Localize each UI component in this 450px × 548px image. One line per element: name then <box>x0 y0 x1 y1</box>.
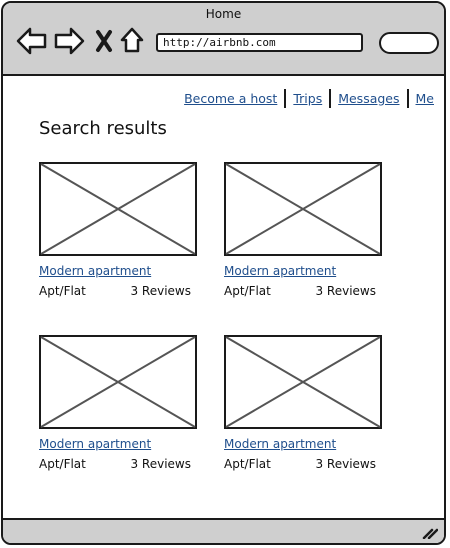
listing-title-link[interactable]: Modern apartment <box>39 264 199 278</box>
address-bar[interactable]: http://airbnb.com <box>156 33 363 52</box>
listing-meta: Apt/Flat 3 Reviews <box>224 284 376 298</box>
browser-toolbar: Home http://airbnb.com <box>3 3 444 76</box>
image-placeholder-icon[interactable] <box>224 162 382 256</box>
back-arrow-icon[interactable] <box>16 27 47 55</box>
listing-title-link[interactable]: Modern apartment <box>39 437 199 451</box>
nav-separator <box>284 89 287 108</box>
listing-type: Apt/Flat <box>39 457 86 471</box>
nav-link-me[interactable]: Me <box>416 91 434 106</box>
listing-title-link[interactable]: Modern apartment <box>224 437 384 451</box>
nav-link-messages[interactable]: Messages <box>338 91 399 106</box>
search-pill-icon[interactable] <box>379 32 439 54</box>
nav-buttons <box>16 27 144 55</box>
listing-card: Modern apartment Apt/Flat 3 Reviews <box>224 162 384 298</box>
listing-title-link[interactable]: Modern apartment <box>224 264 384 278</box>
listing-reviews: 3 Reviews <box>315 284 376 298</box>
nav-separator <box>329 89 332 108</box>
home-icon[interactable] <box>120 27 144 53</box>
listing-reviews: 3 Reviews <box>315 457 376 471</box>
browser-window: Home http://airbnb.com Become a host Tri… <box>1 1 446 545</box>
listing-reviews: 3 Reviews <box>130 457 191 471</box>
top-nav: Become a host Trips Messages Me <box>184 89 434 108</box>
listing-meta: Apt/Flat 3 Reviews <box>39 457 191 471</box>
listing-card: Modern apartment Apt/Flat 3 Reviews <box>39 162 199 298</box>
nav-link-trips[interactable]: Trips <box>293 91 322 106</box>
listing-type: Apt/Flat <box>224 457 271 471</box>
listing-type: Apt/Flat <box>39 284 86 298</box>
forward-arrow-icon[interactable] <box>54 27 85 55</box>
image-placeholder-icon[interactable] <box>39 162 197 256</box>
listing-meta: Apt/Flat 3 Reviews <box>39 284 191 298</box>
listing-reviews: 3 Reviews <box>130 284 191 298</box>
image-placeholder-icon[interactable] <box>39 335 197 429</box>
close-x-icon[interactable] <box>96 30 112 52</box>
nav-link-become-host[interactable]: Become a host <box>184 91 277 106</box>
listing-card: Modern apartment Apt/Flat 3 Reviews <box>39 335 199 471</box>
resize-grip-icon[interactable] <box>422 527 438 539</box>
nav-separator <box>406 89 409 108</box>
image-placeholder-icon[interactable] <box>224 335 382 429</box>
listing-meta: Apt/Flat 3 Reviews <box>224 457 376 471</box>
listing-type: Apt/Flat <box>224 284 271 298</box>
status-bar <box>3 518 444 543</box>
page-title: Search results <box>39 118 167 139</box>
listing-card: Modern apartment Apt/Flat 3 Reviews <box>224 335 384 471</box>
